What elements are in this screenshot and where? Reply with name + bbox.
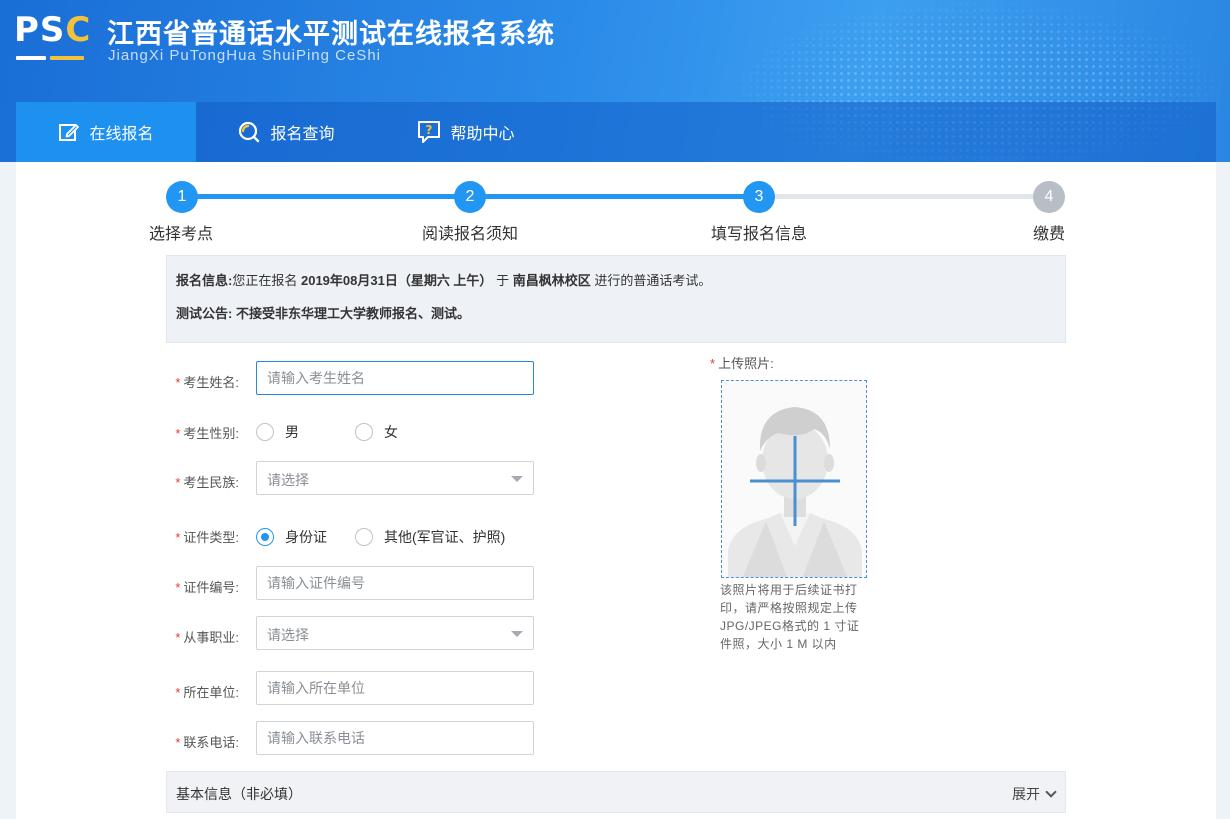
edit-icon	[59, 124, 80, 141]
ethnicity-label: * 考生民族:	[175, 475, 239, 490]
step-1-label: 选择考点	[149, 226, 214, 243]
photo-requirement-note: 该照片将用于后续证书打印，请严格按照规定上传JPG/JPEG格式的 1 寸证件照…	[720, 583, 860, 651]
registration-card: 1 2 3 4 选择考点 阅读报名须知 填写报名信息 缴费 报名信息:您正在报名…	[16, 162, 1216, 819]
chevron-down-icon	[511, 631, 523, 637]
chevron-down-icon	[1045, 786, 1057, 798]
step-1-circle: 1	[166, 181, 198, 213]
id-type-id-card-radio[interactable]: 身份证	[256, 527, 327, 547]
help-icon: ?	[418, 121, 441, 143]
gender-male-radio[interactable]: 男	[256, 422, 299, 442]
nav-label: 报名查询	[270, 126, 335, 143]
registration-info-box: 报名信息:您正在报名 2019年08月31日（星期六 上午） 于 南昌枫林校区 …	[166, 255, 1066, 343]
ethnicity-select[interactable]: 请选择	[256, 461, 534, 495]
step-3-label: 填写报名信息	[711, 226, 808, 243]
nav-label: 帮助中心	[450, 126, 515, 143]
site-subtitle: JiangXi PuTongHua ShuiPing CeShi	[108, 47, 381, 64]
name-label: * 考生姓名:	[175, 375, 239, 390]
occupation-label: * 从事职业:	[175, 630, 239, 645]
step-2-circle: 2	[454, 181, 486, 213]
name-input[interactable]	[256, 361, 534, 395]
gender-female-radio[interactable]: 女	[355, 422, 398, 442]
step-4-circle: 4	[1033, 181, 1065, 213]
chevron-down-icon	[511, 476, 523, 482]
step-4-label: 缴费	[1033, 226, 1066, 243]
step-2-label: 阅读报名须知	[422, 226, 519, 243]
header: PSC 江西省普通话水平测试在线报名系统 JiangXi PuTongHua S…	[0, 0, 1230, 162]
id-type-other-radio[interactable]: 其他(军官证、护照)	[355, 527, 505, 547]
radio-circle	[355, 423, 373, 441]
progress-track-remaining	[760, 194, 1048, 199]
id-type-label: * 证件类型:	[175, 530, 239, 545]
id-number-input[interactable]	[256, 566, 534, 600]
occupation-select[interactable]: 请选择	[256, 616, 534, 650]
nav-label: 在线报名	[89, 126, 154, 143]
psc-logo: PSC	[14, 10, 90, 64]
optional-info-section: 基本信息（非必填） 展开	[166, 771, 1066, 813]
gender-label: * 考生性别:	[175, 426, 239, 441]
svg-text:?: ?	[426, 123, 433, 137]
optional-info-title: 基本信息（非必填）	[176, 786, 302, 802]
site-title: 江西省普通话水平测试在线报名系统	[107, 19, 555, 49]
photo-upload-label: * 上传照片:	[710, 356, 774, 371]
progress-steps: 1 2 3 4 选择考点 阅读报名须知 填写报名信息 缴费	[16, 162, 1216, 252]
employer-label: * 所在单位:	[175, 685, 239, 700]
photo-upload-area[interactable]	[721, 380, 867, 578]
phone-label: * 联系电话:	[175, 735, 239, 750]
search-icon	[239, 121, 260, 143]
id-number-label: * 证件编号:	[175, 580, 239, 595]
avatar-placeholder-icon	[728, 407, 862, 577]
id-type-radio-group: 身份证 其他(军官证、护照)	[256, 527, 505, 547]
nav-item-registration-query[interactable]: 报名查询	[196, 102, 376, 162]
gender-radio-group: 男 女	[256, 422, 398, 442]
radio-circle	[355, 528, 373, 546]
expand-button[interactable]: 展开	[1012, 784, 1057, 804]
radio-circle	[256, 423, 274, 441]
test-announcement-line: 测试公告: 不接受非东华理工大学教师报名、测试。	[176, 306, 470, 321]
nav-item-help-center[interactable]: ? 帮助中心	[376, 102, 556, 162]
main-nav: 在线报名 报名查询 ? 帮助中心	[16, 102, 1216, 162]
registration-info-line: 报名信息:您正在报名 2019年08月31日（星期六 上午） 于 南昌枫林校区 …	[176, 273, 712, 288]
radio-circle-selected	[256, 528, 274, 546]
employer-input[interactable]	[256, 671, 534, 705]
phone-input[interactable]	[256, 721, 534, 755]
step-3-circle: 3	[743, 181, 775, 213]
nav-item-online-registration[interactable]: 在线报名	[16, 102, 196, 162]
